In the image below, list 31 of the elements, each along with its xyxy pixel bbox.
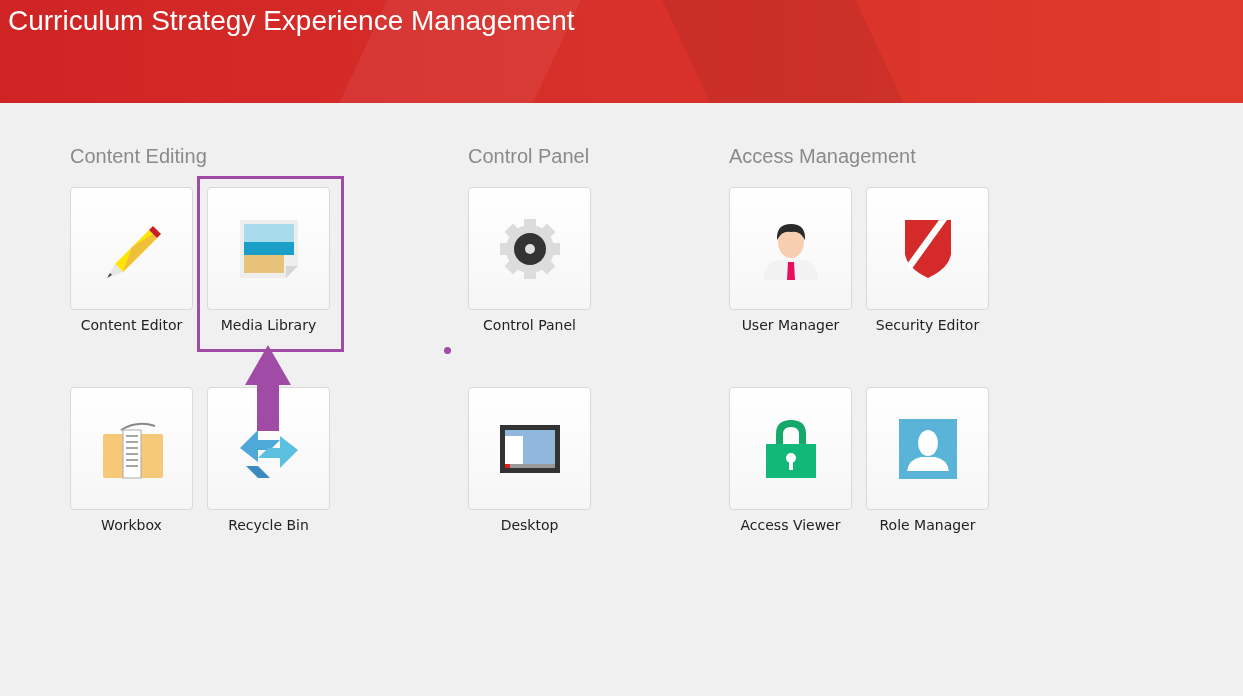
app-tile[interactable] — [866, 387, 989, 510]
app-label[interactable]: Workbox — [101, 515, 162, 535]
app-tile[interactable] — [207, 187, 330, 310]
app-label[interactable]: Recycle Bin — [228, 515, 309, 535]
picture-icon — [237, 217, 300, 280]
lock-icon — [763, 417, 818, 480]
settings-icon — [498, 217, 561, 280]
app-tile[interactable] — [70, 387, 193, 510]
monitor-icon — [498, 423, 561, 474]
app-tile[interactable] — [468, 387, 591, 510]
section-heading: Access Management — [729, 145, 917, 168]
app-label[interactable]: Role Manager — [879, 515, 976, 535]
app-label[interactable]: Desktop — [500, 515, 559, 535]
profile-icon — [898, 418, 957, 479]
app-tile[interactable] — [729, 187, 852, 310]
app-tile[interactable] — [207, 387, 330, 510]
app-label[interactable]: Content Editor — [80, 315, 183, 335]
app-label[interactable]: Control Panel — [483, 315, 576, 335]
app-label[interactable]: User Manager — [741, 315, 840, 335]
annotation-dot — [444, 347, 451, 354]
app-tile[interactable] — [70, 187, 193, 310]
app-label[interactable]: Access Viewer — [740, 515, 841, 535]
section-heading: Control Panel — [468, 145, 591, 168]
app-label[interactable]: Media Library — [220, 315, 317, 335]
section-heading: Content Editing — [70, 145, 208, 168]
app-title: Curriculum Strategy Experience Management — [8, 5, 576, 37]
app-label[interactable]: Security Editor — [875, 315, 980, 335]
app-tile[interactable] — [468, 187, 591, 310]
app-tile[interactable] — [729, 387, 852, 510]
app-tile[interactable] — [866, 187, 989, 310]
shield-icon — [902, 217, 953, 280]
